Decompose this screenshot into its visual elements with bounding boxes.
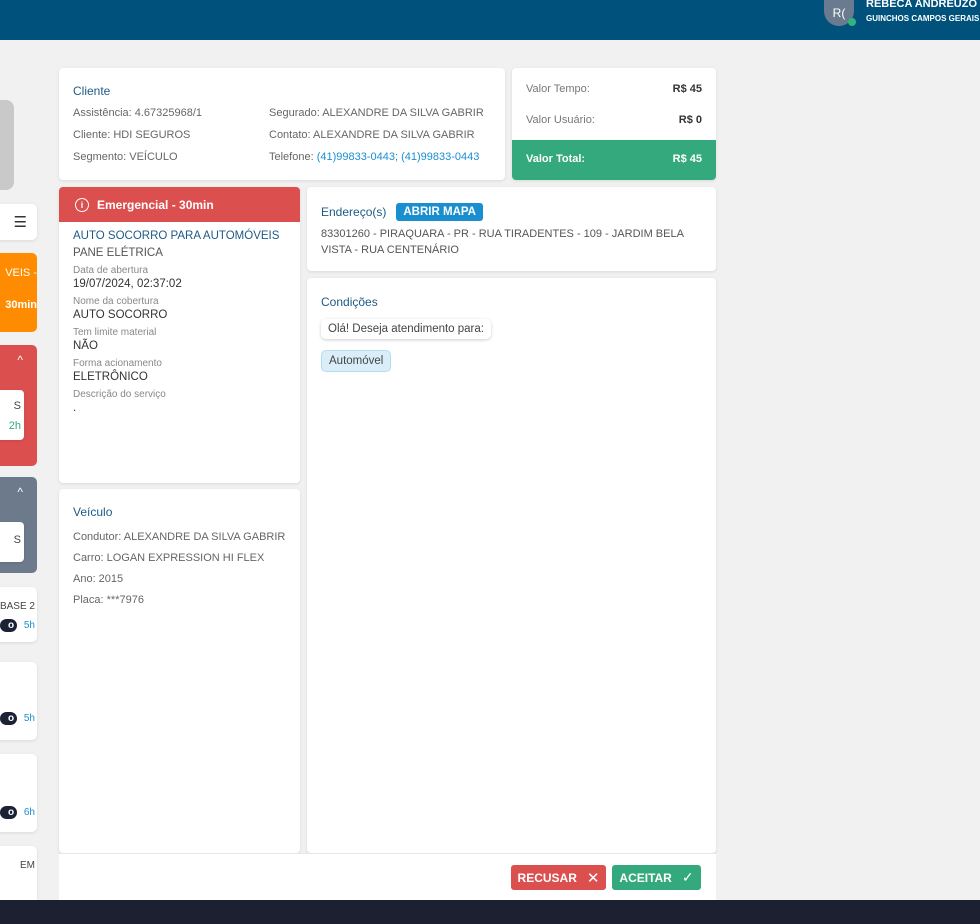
conditions-card: Condições Olá! Deseja atendimento para: … xyxy=(307,278,716,853)
values-card: Valor Tempo: R$ 45 Valor Usuário: R$ 0 V… xyxy=(512,68,716,180)
condutor: Condutor: ALEXANDRE DA SILVA GABRIR xyxy=(73,531,286,543)
vehicle-card: Veículo Condutor: ALEXANDRE DA SILVA GAB… xyxy=(59,489,300,853)
item-badge: o xyxy=(0,712,18,725)
close-icon: ✕ xyxy=(586,869,600,887)
vehicle-title: Veículo xyxy=(73,505,113,519)
item-text: EM xyxy=(20,860,35,871)
segmento: Segmento: VEÍCULO xyxy=(73,151,178,163)
address-card: Endereço(s) ABRIR MAPA 83301260 - PIRAQU… xyxy=(307,187,716,271)
service-field: Data de abertura 19/07/2024, 02:37:02 xyxy=(73,265,286,290)
field-label: Nome da cobertura xyxy=(73,296,159,307)
contato: Contato: ALEXANDRE DA SILVA GABRIR xyxy=(269,129,475,141)
telefone-link[interactable]: (41)99833-0443; (41)99833-0443 xyxy=(317,151,480,163)
company-name: GUINCHOS CAMPOS GERAIS xyxy=(866,14,980,23)
card-time: 30min xyxy=(5,299,37,311)
valor-tempo-label: Valor Tempo: xyxy=(526,83,590,95)
item-text: S xyxy=(13,400,21,412)
sidebar-card-orange[interactable]: VEIS - 30min xyxy=(0,253,37,332)
field-value: AUTO SOCORRO xyxy=(73,309,168,321)
ano: Ano: 2015 xyxy=(73,573,124,585)
field-label: Tem limite material xyxy=(73,327,157,338)
info-icon: i xyxy=(75,197,89,212)
card-text: VEIS - xyxy=(5,267,37,279)
field-value: NÃO xyxy=(73,340,98,352)
sidebar-item[interactable]: o 6h xyxy=(0,754,37,832)
item-time: 6h xyxy=(23,807,35,818)
client-title: Cliente xyxy=(73,84,111,98)
sidebar-item[interactable]: S xyxy=(0,522,24,562)
refuse-button[interactable]: RECUSAR ✕ xyxy=(511,865,606,890)
accept-button[interactable]: ACEITAR ✓ xyxy=(612,865,701,890)
priority-label: Emergencial - 30min xyxy=(97,197,214,212)
item-text: S xyxy=(13,534,21,546)
service-card: i Emergencial - 30min AUTO SOCORRO PARA … xyxy=(59,187,300,483)
segurado: Segurado: ALEXANDRE DA SILVA GABRIR xyxy=(269,107,484,119)
check-icon: ✓ xyxy=(681,869,694,885)
address-text: 83301260 - PIRAQUARA - PR - RUA TIRADENT… xyxy=(321,228,684,256)
chevron-up-icon[interactable]: ^ xyxy=(17,485,23,499)
sidebar-counter-card xyxy=(0,100,14,190)
service-name: AUTO SOCORRO PARA AUTOMÓVEIS xyxy=(73,230,280,242)
valor-tempo: R$ 45 xyxy=(672,83,702,95)
condition-answer: Automóvel xyxy=(321,350,392,372)
service-field: Forma acionamento ELETRÔNICO xyxy=(73,358,286,383)
priority-header: i Emergencial - 30min xyxy=(59,187,300,222)
item-badge: o xyxy=(0,619,18,632)
field-value: ELETRÔNICO xyxy=(73,371,148,383)
valor-usuario-label: Valor Usuário: xyxy=(526,114,595,126)
placa: Placa: ***7976 xyxy=(73,594,144,606)
field-value: 19/07/2024, 02:37:02 xyxy=(73,278,182,290)
client-card: Cliente Assistência: 4.67325968/1 Client… xyxy=(59,68,505,180)
online-status-dot xyxy=(848,18,856,26)
sidebar-item[interactable]: o 5h xyxy=(0,662,37,740)
sidebar-item[interactable]: S 2h xyxy=(0,390,24,440)
service-field: Nome da cobertura AUTO SOCORRO xyxy=(73,296,286,321)
user-name: REBECA ANDREUZO C xyxy=(866,0,980,10)
conditions-title: Condições xyxy=(321,295,378,309)
cliente: Cliente: HDI SEGUROS xyxy=(73,129,191,141)
service-problem: PANE ELÉTRICA xyxy=(73,247,163,259)
valor-usuario: R$ 0 xyxy=(678,114,702,126)
field-label: Descrição do serviço xyxy=(73,389,166,400)
sidebar-group-gray[interactable]: ^ S xyxy=(0,477,37,573)
field-value: . xyxy=(73,402,77,414)
telefone-label: Telefone: xyxy=(269,151,317,163)
telefone-row: Telefone: (41)99833-0443; (41)99833-0443 xyxy=(269,151,479,163)
service-field: Descrição do serviço. xyxy=(73,389,286,414)
filter-button[interactable]: ☰ xyxy=(0,204,37,240)
carro: Carro: LOGAN EXPRESSION HI FLEX xyxy=(73,552,265,564)
chevron-up-icon[interactable]: ^ xyxy=(17,353,23,367)
item-time: 5h xyxy=(23,620,35,631)
open-map-button[interactable]: ABRIR MAPA xyxy=(396,203,483,221)
item-time: 5h xyxy=(23,713,35,724)
item-time: 2h xyxy=(8,420,21,432)
field-label: Forma acionamento xyxy=(73,358,162,369)
accept-label: ACEITAR xyxy=(619,870,672,885)
valor-total-label: Valor Total: xyxy=(526,153,586,165)
assistencia: Assistência: 4.67325968/1 xyxy=(73,107,203,119)
refuse-label: RECUSAR xyxy=(517,870,577,885)
service-field: Tem limite material NÃO xyxy=(73,327,286,352)
sidebar-item[interactable]: EM xyxy=(0,846,37,906)
condition-question: Olá! Deseja atendimento para: xyxy=(321,319,491,339)
taskbar xyxy=(0,900,980,924)
total-row: Valor Total: R$ 45 xyxy=(512,140,716,180)
field-label: Data de abertura xyxy=(73,265,149,276)
sidebar-group-red[interactable]: ^ S 2h xyxy=(0,345,37,466)
address-title: Endereço(s) xyxy=(321,205,387,219)
item-badge: o xyxy=(0,806,18,819)
sidebar-item[interactable]: BASE 2 o 5h xyxy=(0,587,37,642)
item-text: BASE 2 xyxy=(0,601,35,612)
valor-total: R$ 45 xyxy=(672,153,702,165)
sliders-icon: ☰ xyxy=(13,214,27,231)
